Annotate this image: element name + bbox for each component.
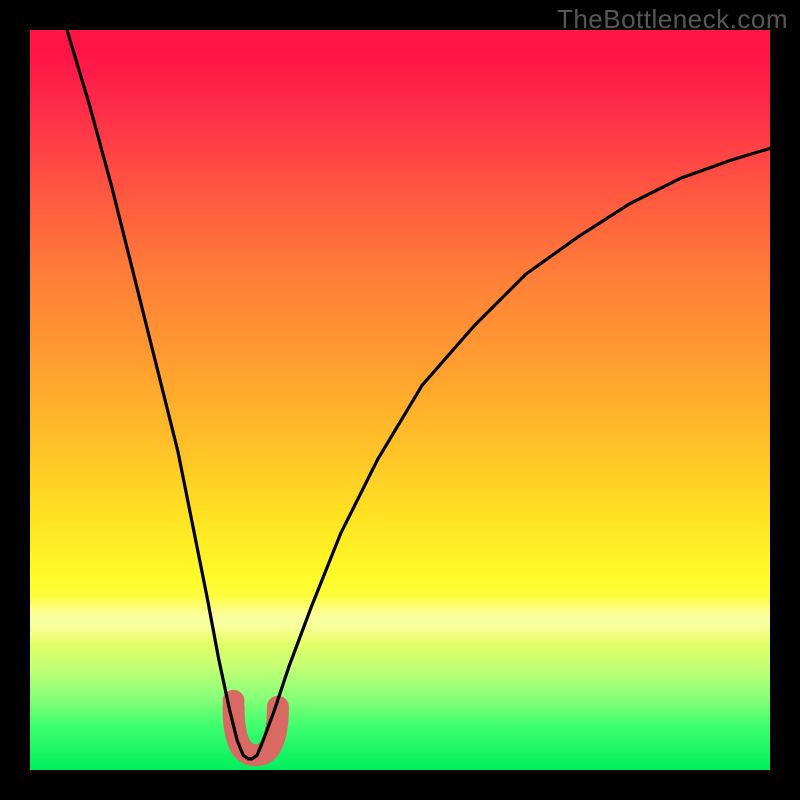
bottleneck-curve [67, 30, 770, 759]
bottleneck-curve-layer [30, 30, 770, 770]
watermark-text: TheBottleneck.com [557, 4, 788, 35]
chart-frame: TheBottleneck.com [0, 0, 800, 800]
